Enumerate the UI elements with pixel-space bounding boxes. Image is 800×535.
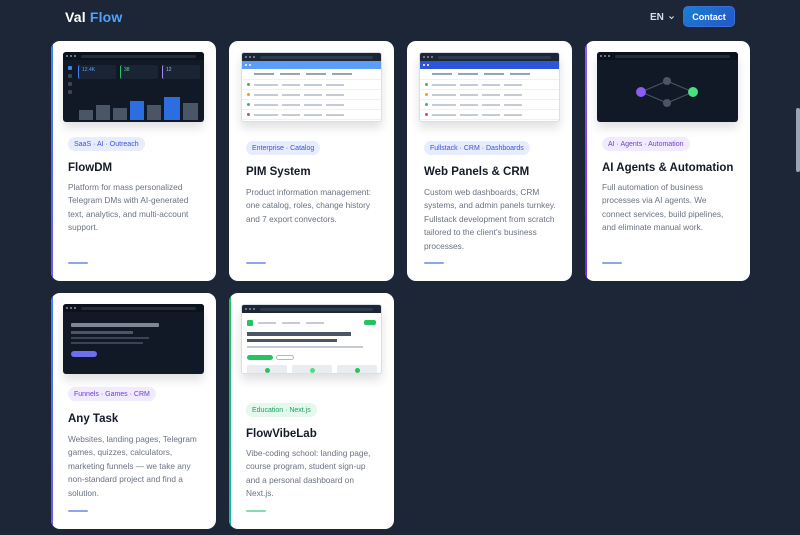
project-card-flowdm[interactable]: 12.4K 38 12 SaaS · AI · Outreach FlowDM … [51,41,216,281]
language-selector[interactable]: EN [650,12,675,23]
card-description: Websites, landing pages, Telegram games,… [68,434,197,498]
scrollbar-thumb[interactable] [796,108,800,172]
card-accent-line [602,262,622,264]
card-title: FlowDM [68,162,113,174]
card-tag: Fullstack · CRM · Dashboards [424,141,530,155]
stat-box: 38 [120,65,158,79]
card-title: Web Panels & CRM [424,166,530,178]
card-accent-line [68,510,88,512]
card-title: FlowVibeLab [246,428,317,440]
card-tag: Education · Next.js [246,403,317,417]
card-accent-line [424,262,444,264]
card-description: Custom web dashboards, CRM systems, and … [424,187,556,251]
language-label: EN [650,12,664,23]
stat-box: 12 [162,65,200,79]
card-tag: AI · Agents · Automation [602,137,690,151]
card-preview-image [419,52,560,122]
project-card-web-panels-crm[interactable]: Fullstack · CRM · Dashboards Web Panels … [407,41,572,281]
contact-button[interactable]: Contact [683,6,735,27]
logo-part1: Val [65,9,86,25]
card-description: Product information management: one cata… [246,187,371,224]
logo[interactable]: Val Flow [65,9,123,25]
card-preview-image [63,304,204,374]
card-title: AI Agents & Automation [602,162,734,174]
card-description: Platform for mass personalized Telegram … [68,182,189,233]
card-preview-image [597,52,738,122]
project-card-pim-system[interactable]: Enterprise · Catalog PIM System Product … [229,41,394,281]
card-tag: Enterprise · Catalog [246,141,321,155]
card-title: Any Task [68,413,119,425]
card-title: PIM System [246,166,311,178]
project-card-ai-agents[interactable]: AI · Agents · Automation AI Agents & Aut… [585,41,750,281]
card-description: Vibe-coding school: landing page, course… [246,448,371,499]
logo-part2: Flow [89,9,123,25]
card-tag: SaaS · AI · Outreach [68,137,145,151]
card-accent-line [246,510,266,512]
chevron-down-icon [668,16,674,20]
project-card-flowvibelab[interactable]: Education · Next.js FlowVibeLab Vibe-cod… [229,293,394,529]
card-preview-image: 12.4K 38 12 [63,52,204,122]
card-tag: Funnels · Games · CRM [68,387,156,401]
agent-graph-icon [636,77,698,107]
card-preview-image [241,52,382,122]
stat-box: 12.4K [78,65,116,79]
card-description: Full automation of business processes vi… [602,182,724,233]
card-preview-image [241,304,382,374]
card-accent-line [68,262,88,264]
project-card-any-task[interactable]: Funnels · Games · CRM Any Task Websites,… [51,293,216,529]
card-accent-line [246,262,266,264]
